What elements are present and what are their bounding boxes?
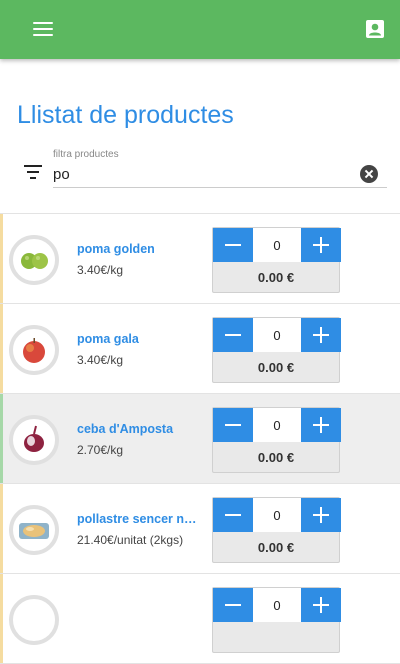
quantity-input[interactable] (253, 408, 301, 442)
line-total: 0.00 € (257, 540, 295, 555)
row-accent (0, 214, 3, 303)
filter-underline (53, 187, 387, 188)
product-name[interactable]: poma golden (77, 242, 197, 256)
line-total: 0.00 € (257, 360, 295, 375)
row-accent (0, 304, 3, 393)
row-accent (0, 394, 3, 483)
product-price: 3.40€/kg (77, 353, 124, 367)
quantity-input[interactable] (253, 498, 301, 532)
line-total: 0.00 € (257, 450, 295, 465)
increment-button[interactable] (301, 498, 341, 532)
product-row: pollastre sencer n… 21.40€/unitat (2kgs)… (0, 484, 400, 574)
quantity-stepper (212, 587, 341, 653)
increment-button[interactable] (301, 588, 341, 622)
increment-button[interactable] (301, 408, 341, 442)
line-total (213, 622, 339, 653)
quantity-stepper: 0.00 € (212, 497, 341, 563)
row-accent (0, 484, 3, 573)
clear-icon[interactable] (360, 165, 378, 183)
filter-list-icon (23, 165, 43, 179)
product-row: ceba d'Amposta 2.70€/kg 0.00 € (0, 394, 400, 484)
account-box-icon[interactable] (365, 19, 385, 39)
filter-label: filtra productes (53, 149, 119, 160)
menu-icon[interactable] (33, 22, 53, 38)
quantity-stepper: 0.00 € (212, 227, 341, 293)
product-image (9, 505, 59, 555)
product-name[interactable]: pollastre sencer n… (77, 512, 197, 526)
quantity-input[interactable] (253, 318, 301, 352)
product-image (9, 235, 59, 285)
product-image (9, 415, 59, 465)
product-row: poma golden 3.40€/kg 0.00 € (0, 214, 400, 304)
product-name[interactable]: ceba d'Amposta (77, 422, 197, 436)
line-total: 0.00 € (257, 270, 295, 285)
quantity-input[interactable] (253, 588, 301, 622)
quantity-stepper: 0.00 € (212, 407, 341, 473)
decrement-button[interactable] (213, 318, 253, 352)
product-name[interactable]: poma gala (77, 332, 197, 346)
product-price: 21.40€/unitat (2kgs) (77, 533, 184, 547)
product-row: poma gala 3.40€/kg 0.00 € (0, 304, 400, 394)
decrement-button[interactable] (213, 588, 253, 622)
product-image (9, 325, 59, 375)
product-price: 2.70€/kg (77, 443, 124, 457)
increment-button[interactable] (301, 318, 341, 352)
decrement-button[interactable] (213, 498, 253, 532)
row-accent (0, 574, 3, 663)
product-image (9, 595, 59, 645)
page-title: Llistat de productes (17, 101, 234, 129)
product-price: 3.40€/kg (77, 263, 124, 277)
filter-input[interactable] (53, 164, 353, 184)
increment-button[interactable] (301, 228, 341, 262)
product-row (0, 574, 400, 664)
product-list: poma golden 3.40€/kg 0.00 € poma gala 3.… (0, 213, 400, 664)
quantity-stepper: 0.00 € (212, 317, 341, 383)
app-bar (0, 0, 400, 59)
quantity-input[interactable] (253, 228, 301, 262)
decrement-button[interactable] (213, 228, 253, 262)
decrement-button[interactable] (213, 408, 253, 442)
